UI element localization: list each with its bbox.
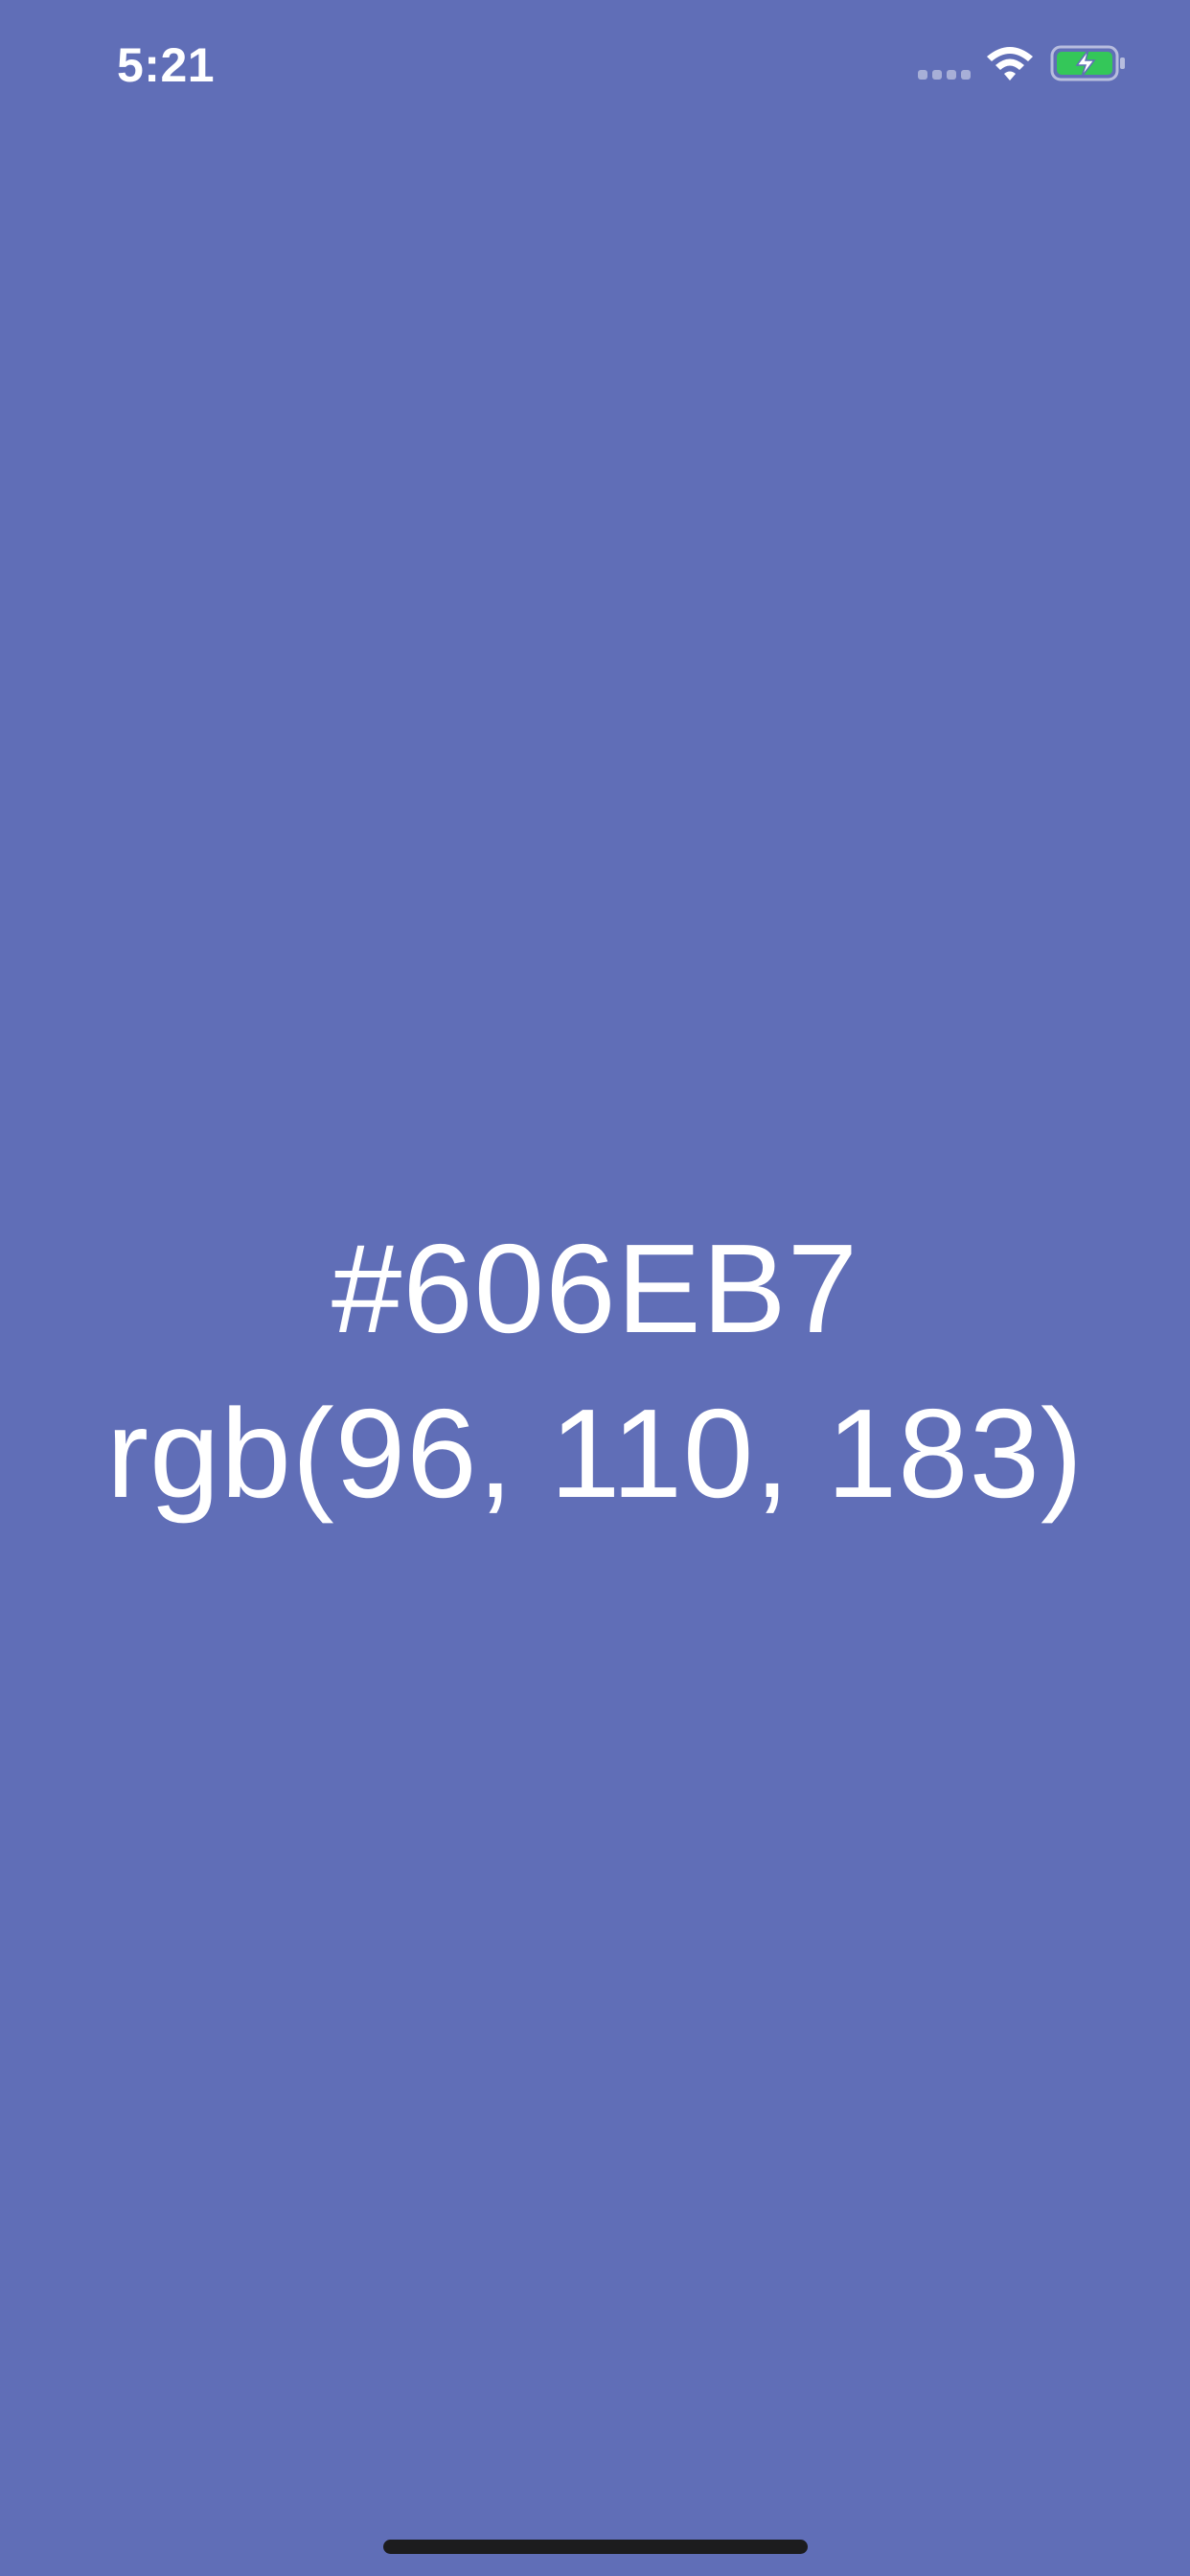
color-info: #606EB7 rgb(96, 110, 183) bbox=[0, 1217, 1190, 1526]
wifi-icon bbox=[987, 47, 1033, 80]
home-indicator[interactable] bbox=[383, 2540, 808, 2554]
status-time: 5:21 bbox=[117, 38, 216, 92]
battery-charging-icon bbox=[1050, 45, 1125, 81]
color-screen[interactable]: 5:21 #606EB7 rgb(96, 110, 183) bbox=[0, 0, 1190, 2576]
status-bar: 5:21 bbox=[0, 0, 1190, 129]
rgb-value: rgb(96, 110, 183) bbox=[106, 1383, 1084, 1524]
hex-value: #606EB7 bbox=[331, 1218, 859, 1359]
signal-dots-icon bbox=[918, 70, 972, 81]
